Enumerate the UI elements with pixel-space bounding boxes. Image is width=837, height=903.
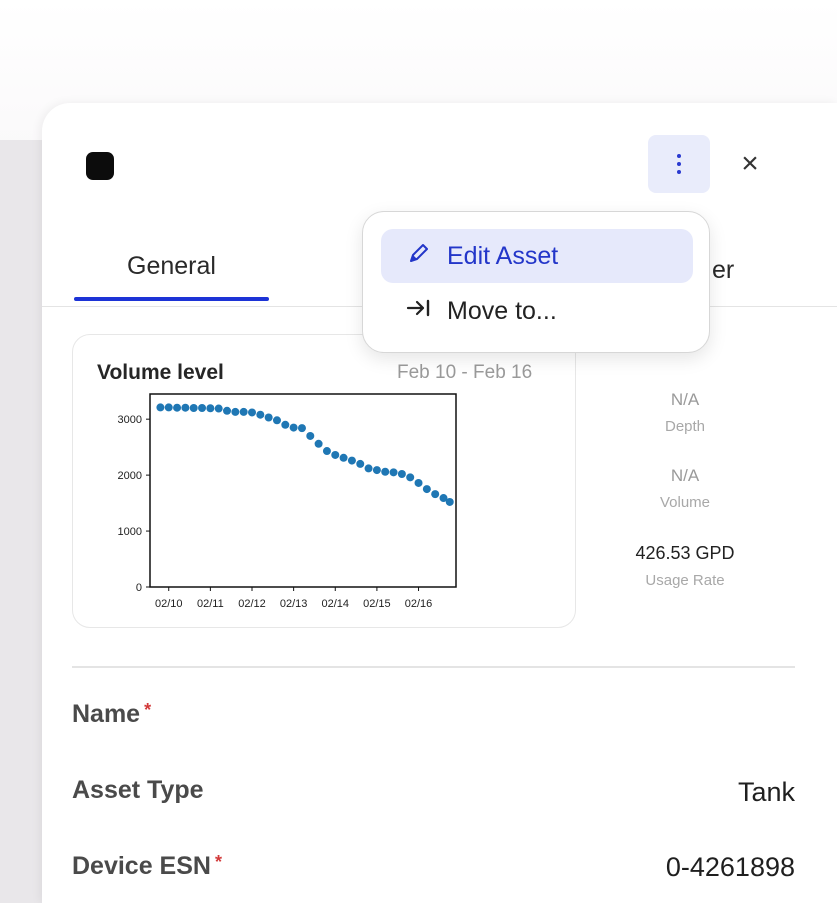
data-point	[297, 424, 306, 433]
data-point	[181, 403, 190, 412]
data-point	[173, 403, 182, 412]
asset-status-icon	[86, 152, 114, 180]
x-tick-label: 02/16	[405, 598, 433, 610]
stat-depth: N/A Depth	[600, 390, 770, 435]
y-tick-label: 0	[136, 582, 142, 594]
data-point	[389, 468, 398, 477]
stat-depth-value: N/A	[670, 390, 700, 409]
options-dropdown-menu: Edit Asset Move to...	[362, 211, 710, 353]
field-device-esn-value: 0-4261898	[665, 852, 795, 882]
pencil-icon	[405, 242, 433, 270]
data-point	[397, 469, 406, 478]
more-options-button[interactable]	[648, 135, 710, 193]
required-marker: *	[144, 700, 152, 720]
stat-volume-label: Volume	[659, 494, 711, 511]
stat-usage-rate: 426.53 GPD Usage Rate	[600, 543, 770, 589]
data-point	[256, 410, 265, 419]
stat-volume: N/A Volume	[600, 466, 770, 511]
x-tick-label: 02/15	[363, 598, 391, 610]
close-button[interactable]: ×	[732, 146, 768, 182]
menu-item-label: Edit Asset	[447, 241, 559, 270]
data-point	[422, 485, 431, 494]
field-name-text: Name	[72, 700, 141, 728]
field-device-esn-text: Device ESN	[72, 852, 211, 880]
data-point	[264, 413, 273, 422]
data-point	[381, 467, 390, 476]
x-tick-label: 02/10	[155, 598, 183, 610]
data-point	[289, 423, 298, 432]
required-marker: *	[214, 852, 222, 872]
y-tick-label: 2000	[118, 470, 142, 482]
field-name-label: Name *	[72, 700, 151, 729]
data-point	[223, 406, 232, 415]
data-point	[364, 464, 373, 473]
data-point	[322, 447, 331, 456]
x-tick-label: 02/13	[280, 598, 308, 610]
data-point	[214, 404, 223, 413]
data-point	[372, 466, 381, 475]
chart-title: Volume level	[97, 361, 224, 384]
menu-item-edit-asset[interactable]: Edit Asset	[381, 229, 693, 283]
x-tick-label: 02/14	[321, 598, 349, 610]
chart-date-range: Feb 10 - Feb 16	[397, 362, 533, 383]
background-page-edge	[0, 140, 42, 903]
data-point	[431, 490, 440, 499]
data-point	[198, 403, 207, 412]
field-asset-type-label: Asset Type	[72, 776, 204, 805]
data-point	[306, 431, 315, 440]
section-divider	[72, 666, 795, 668]
data-point	[339, 453, 348, 462]
stat-depth-label: Depth	[664, 418, 706, 435]
data-point	[414, 478, 423, 487]
data-point	[331, 450, 340, 459]
volume-chart: 0 1000 2000 3000 02/10 02/11 02/12 02/13 02/14 0…	[118, 393, 457, 610]
plot-area	[149, 393, 457, 588]
field-asset-type-text: Asset Type	[72, 776, 204, 804]
tab-general[interactable]: General	[74, 252, 269, 281]
data-point	[156, 403, 165, 412]
tab-other[interactable]: er	[712, 256, 734, 285]
data-point	[314, 439, 323, 448]
menu-item-move-to[interactable]: Move to...	[381, 284, 693, 338]
data-point	[248, 408, 256, 417]
data-point	[206, 404, 215, 413]
y-tick-label: 3000	[118, 414, 142, 426]
data-point	[189, 403, 198, 412]
stat-volume-value: N/A	[670, 466, 700, 485]
kebab-menu-icon	[677, 152, 681, 176]
field-device-esn-label: Device ESN *	[72, 852, 222, 881]
y-tick-label: 1000	[118, 526, 142, 538]
field-asset-type-value: Tank	[737, 777, 795, 807]
data-point	[239, 407, 248, 416]
stat-usage-rate-value: 426.53 GPD	[635, 543, 735, 563]
stat-usage-rate-label: Usage Rate	[645, 572, 725, 589]
data-point	[347, 456, 356, 465]
data-point	[164, 403, 173, 412]
x-tick-label: 02/11	[197, 598, 224, 610]
close-icon: ×	[741, 147, 759, 180]
active-tab-indicator	[74, 297, 269, 301]
data-point	[356, 459, 365, 468]
x-tick-label: 02/12	[238, 598, 266, 610]
data-point	[281, 420, 290, 429]
data-point	[272, 416, 281, 425]
move-to-icon	[405, 297, 433, 325]
data-point	[406, 473, 415, 482]
data-point	[445, 497, 454, 506]
data-point	[231, 407, 240, 416]
menu-item-label: Move to...	[447, 296, 557, 325]
